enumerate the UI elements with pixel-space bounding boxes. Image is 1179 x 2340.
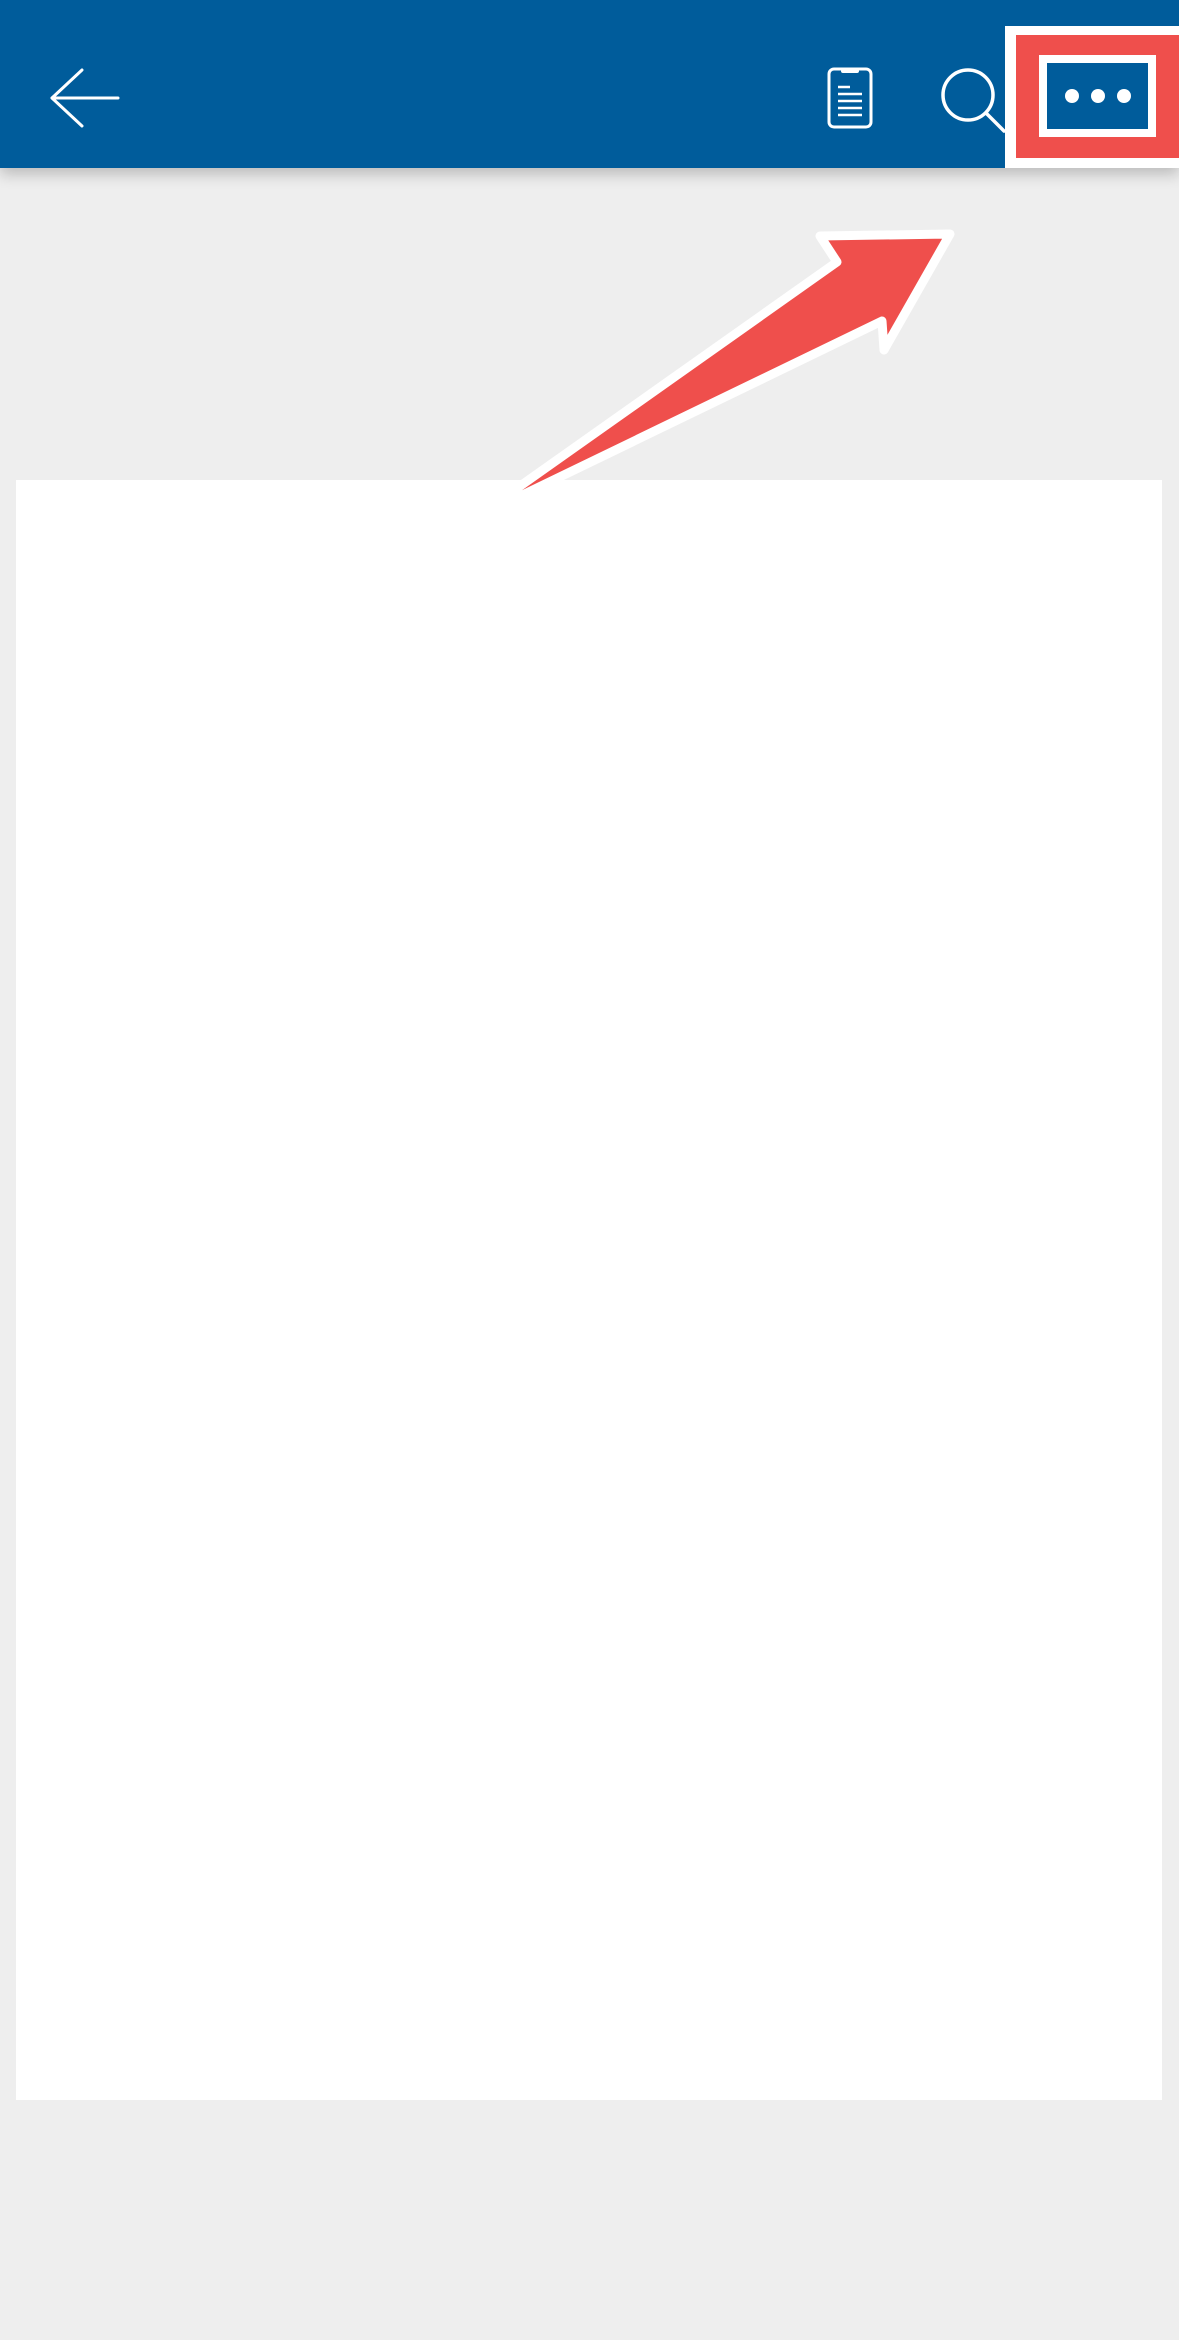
screen — [0, 0, 1179, 2340]
red-arrow-icon — [470, 229, 955, 523]
document-page[interactable] — [16, 480, 1162, 2100]
